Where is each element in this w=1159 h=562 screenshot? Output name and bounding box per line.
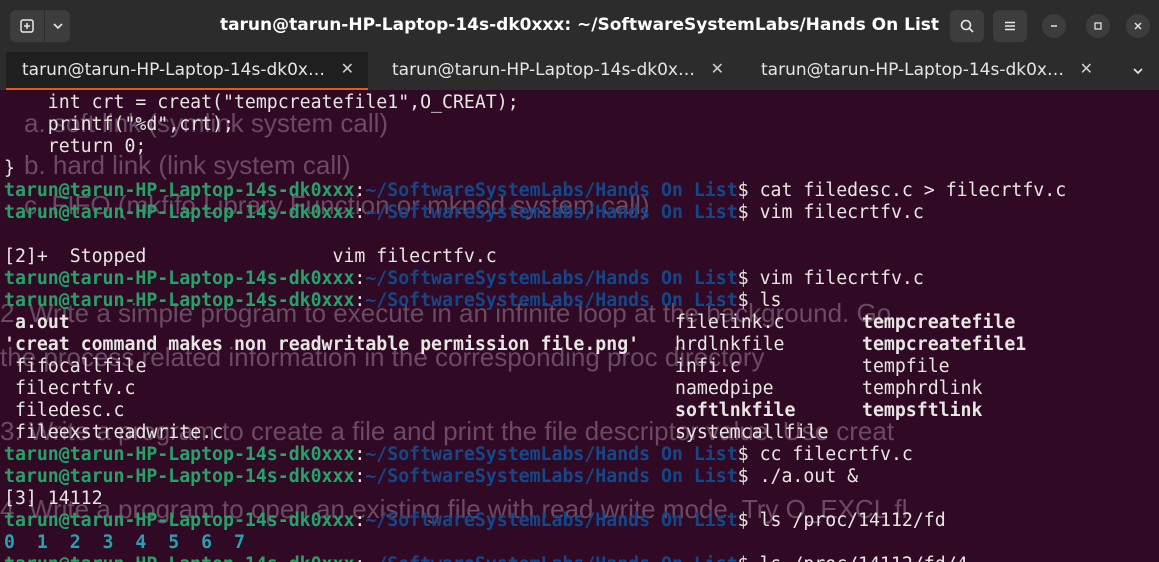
terminal-view[interactable]: a. soft link (symlink system call) b. ha… xyxy=(0,90,1159,562)
maximize-icon xyxy=(1094,22,1102,30)
tab-bar: tarun@tarun-HP-Laptop-14s-dk0x… ✕ tarun@… xyxy=(0,52,1159,90)
job-status: [3] 14112 xyxy=(4,488,103,509)
ls-entry: fileexstreadwrite.c xyxy=(15,422,224,443)
tab-close-icon[interactable]: ✕ xyxy=(341,59,354,78)
ls-entry: tempcreatefile xyxy=(862,312,1016,333)
ls-entry: 'creat command makes non readwritable pe… xyxy=(4,334,640,355)
command-text: ls /proc/14112/fd xyxy=(759,510,946,531)
tab-label: tarun@tarun-HP-Laptop-14s-dk0x… xyxy=(392,60,695,80)
menu-icon xyxy=(1005,21,1015,31)
code-line: } xyxy=(4,158,15,179)
tab-terminal-1[interactable]: tarun@tarun-HP-Laptop-14s-dk0x… ✕ xyxy=(6,52,368,90)
command-text: vim filecrtfv.c xyxy=(759,268,924,289)
hamburger-menu-button[interactable] xyxy=(993,10,1027,42)
tab-terminal-3[interactable]: tarun@tarun-HP-Laptop-14s-dk0x… ✕ xyxy=(745,52,1107,88)
tab-overflow-button[interactable] xyxy=(1124,58,1152,84)
title-bar: tarun@tarun-HP-Laptop-14s-dk0xxx: ~/Soft… xyxy=(0,0,1159,52)
minimize-icon xyxy=(1051,25,1057,27)
close-window-button[interactable] xyxy=(1126,14,1150,38)
prompt-line: tarun@tarun-HP-Laptop-14s-dk0xxx:~/Softw… xyxy=(4,466,859,487)
tab-label: tarun@tarun-HP-Laptop-14s-dk0x… xyxy=(761,60,1064,80)
ls-entry: temphrdlink xyxy=(862,378,983,399)
command-text: ls /proc/14112/fd/4 xyxy=(760,554,968,562)
prompt-line: tarun@tarun-HP-Laptop-14s-dk0xxx:~/Softw… xyxy=(4,202,924,223)
ls-entry: infi.c xyxy=(675,356,741,377)
command-text: cat filedesc.c > filecrtfv.c xyxy=(759,180,1067,201)
ls-entry: a.out xyxy=(15,312,70,333)
command-text: ls xyxy=(759,290,782,311)
ls-entry: filecrtfv.c xyxy=(15,378,136,399)
ls-entry: tempsftlink xyxy=(862,400,983,421)
prompt-line: tarun@tarun-HP-Laptop-14s-dk0xxx:~/Softw… xyxy=(4,268,924,289)
fd-list: 0 1 2 3 4 5 6 7 xyxy=(4,532,245,553)
prompt-line: tarun@tarun-HP-Laptop-14s-dk0xxx:~/Softw… xyxy=(4,180,1067,201)
search-icon xyxy=(960,19,974,33)
minimize-button[interactable] xyxy=(1042,14,1066,38)
tab-terminal-2[interactable]: tarun@tarun-HP-Laptop-14s-dk0x… ✕ xyxy=(376,52,738,88)
command-text: vim filecrtfv.c xyxy=(759,202,924,223)
ls-entry: systemcallfile xyxy=(675,422,829,443)
command-text: cc filecrtfv.c xyxy=(759,444,913,465)
prompt-line: tarun@tarun-HP-Laptop-14s-dk0xxx:~/Softw… xyxy=(4,554,968,562)
chevron-down-icon xyxy=(1133,68,1143,75)
ls-entry: tempcreatefile1 xyxy=(862,334,1027,355)
tab-close-icon[interactable]: ✕ xyxy=(711,59,724,78)
code-line: return 0; xyxy=(4,136,147,157)
ls-entry: filelink.c xyxy=(675,312,785,333)
ls-entry: tempfile xyxy=(862,356,950,377)
tab-label: tarun@tarun-HP-Laptop-14s-dk0x… xyxy=(22,60,325,80)
search-button[interactable] xyxy=(950,10,984,42)
maximize-button[interactable] xyxy=(1086,14,1110,38)
ls-entry: softlnkfile xyxy=(675,400,796,421)
prompt-line: tarun@tarun-HP-Laptop-14s-dk0xxx:~/Softw… xyxy=(4,444,913,465)
prompt-line: tarun@tarun-HP-Laptop-14s-dk0xxx:~/Softw… xyxy=(4,290,782,311)
ls-entry: hrdlnkfile xyxy=(675,334,785,355)
command-text: ./a.out & xyxy=(759,466,859,487)
close-icon xyxy=(1134,22,1142,30)
code-line: int crt = creat("tempcreatefile1",O_CREA… xyxy=(4,92,519,113)
tab-close-icon[interactable]: ✕ xyxy=(1080,59,1093,78)
job-status: [2]+ Stopped vim filecrtfv.c xyxy=(4,246,497,267)
code-line: printf("%d",crt); xyxy=(4,114,234,135)
window-title: tarun@tarun-HP-Laptop-14s-dk0xxx: ~/Soft… xyxy=(219,15,940,35)
prompt-line: tarun@tarun-HP-Laptop-14s-dk0xxx:~/Softw… xyxy=(4,510,946,531)
ls-entry: filedesc.c xyxy=(15,400,125,421)
ls-entry: fifocallfile xyxy=(15,356,147,377)
ls-entry: namedpipe xyxy=(675,378,774,399)
